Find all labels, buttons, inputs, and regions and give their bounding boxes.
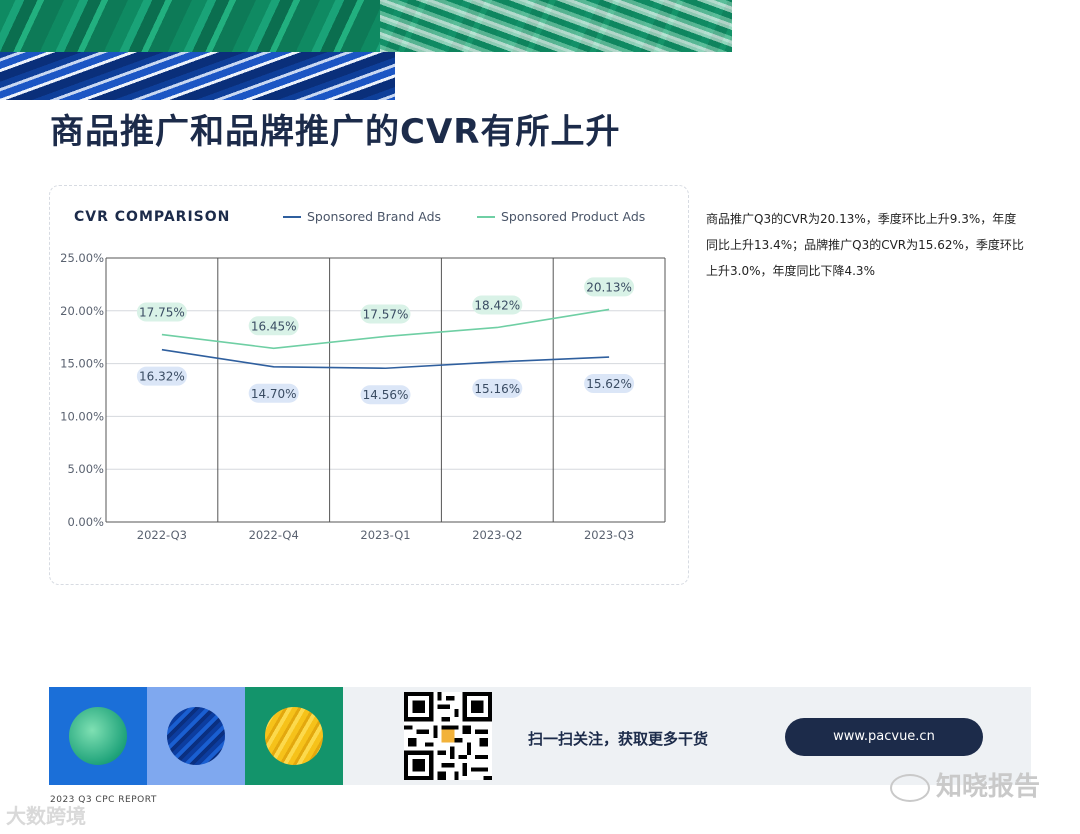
cvr-line-chart: CVR COMPARISON Sponsored Brand Ads Sponso… <box>60 209 666 542</box>
header-banner-blue <box>0 52 395 100</box>
y-tick-label: 25.00% <box>60 251 104 265</box>
chart-legend: Sponsored Brand Ads Sponsored Product Ads <box>283 209 645 224</box>
data-label-brand: 14.70% <box>248 383 299 403</box>
decor-ball-icon <box>69 707 127 765</box>
data-label-text: 16.32% <box>139 370 185 384</box>
data-label-brand: 14.56% <box>360 385 411 405</box>
data-label-product: 16.45% <box>248 316 299 336</box>
decor-tile-2 <box>147 687 245 785</box>
data-label-product: 17.57% <box>360 304 411 324</box>
y-tick-label: 20.00% <box>60 304 104 318</box>
chat-bubble-icon <box>890 773 930 802</box>
chart-axes: 0.00% 5.00% 10.00% 15.00% 20.00% 25.00% 2022-Q… <box>60 251 634 542</box>
data-label-product: 17.75% <box>136 302 187 322</box>
y-tick-label: 0.00% <box>67 515 104 529</box>
watermark-right: 知晓报告 <box>890 766 1040 803</box>
data-label-text: 20.13% <box>586 280 632 294</box>
qr-code-icon[interactable] <box>404 692 492 780</box>
data-label-text: 14.56% <box>363 388 409 402</box>
decor-ball-icon <box>167 707 225 765</box>
watermark-left: 大数跨境 <box>6 804 86 828</box>
data-label-text: 16.45% <box>251 319 297 333</box>
header-banner-green <box>0 0 732 52</box>
x-tick-label: 2022-Q4 <box>249 528 299 542</box>
y-tick-label: 10.00% <box>60 409 104 423</box>
legend-label: Sponsored Brand Ads <box>307 209 441 224</box>
x-tick-label: 2023-Q2 <box>472 528 522 542</box>
data-label-brand: 15.62% <box>584 374 635 394</box>
y-tick-label: 5.00% <box>67 462 104 476</box>
decor-ball-icon <box>265 707 323 765</box>
chart-card: CVR COMPARISON Sponsored Brand Ads Sponso… <box>49 185 689 585</box>
data-label-brand: 16.32% <box>136 366 187 386</box>
data-label-product: 20.13% <box>584 277 635 297</box>
watermark-right-text: 知晓报告 <box>936 772 1041 802</box>
x-tick-label: 2023-Q3 <box>584 528 634 542</box>
decor-tile-3 <box>245 687 343 785</box>
data-label-text: 17.57% <box>363 307 409 321</box>
data-label-text: 14.70% <box>251 387 297 401</box>
data-label-product: 18.42% <box>472 295 523 315</box>
page-title: 商品推广和品牌推广的CVR有所上升 <box>50 112 621 152</box>
footer-cta-text: 扫一扫关注，获取更多干货 <box>528 730 709 748</box>
data-label-text: 17.75% <box>139 306 185 320</box>
chart-title: CVR COMPARISON <box>74 209 230 225</box>
legend-label: Sponsored Product Ads <box>501 209 645 224</box>
series-line-brand <box>161 348 610 370</box>
data-label-text: 15.62% <box>586 377 632 391</box>
x-tick-label: 2023-Q1 <box>360 528 410 542</box>
decor-tile-1 <box>49 687 147 785</box>
data-label-text: 18.42% <box>474 298 520 312</box>
y-tick-label: 15.00% <box>60 357 104 371</box>
website-link-button[interactable]: www.pacvue.cn <box>785 718 983 756</box>
description-text: 商品推广Q3的CVR为20.13%，季度环比上升9.3%，年度同比上升13.4%… <box>706 212 1024 278</box>
data-label-brand: 15.16% <box>472 378 523 398</box>
data-label-text: 15.16% <box>474 382 520 396</box>
x-tick-label: 2022-Q3 <box>137 528 187 542</box>
